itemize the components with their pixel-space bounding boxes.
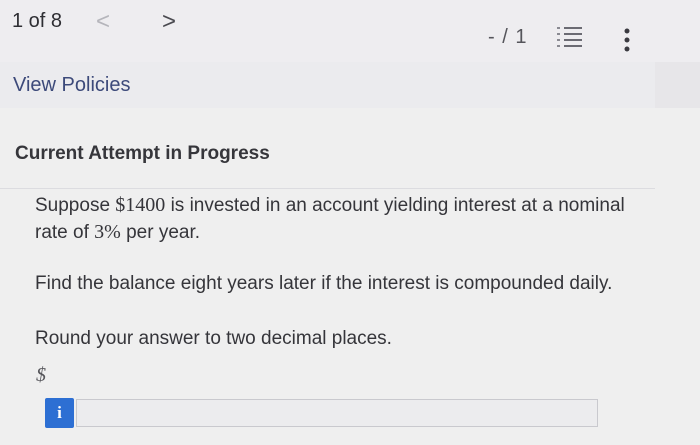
attempt-status: Current Attempt in Progress: [15, 143, 270, 164]
info-icon[interactable]: i: [45, 398, 74, 428]
next-question-button[interactable]: >: [162, 8, 176, 36]
view-policies-link[interactable]: View Policies: [13, 74, 130, 97]
question-setup: Suppose $1400 is invested in an account …: [35, 192, 625, 246]
vertical-dots-icon[interactable]: [624, 28, 630, 52]
divider: [0, 188, 655, 189]
numbered-list-icon[interactable]: [556, 26, 582, 48]
currency-symbol: $: [36, 364, 46, 386]
rounding-instruction: Round your answer to two decimal places.: [35, 328, 392, 349]
setup-text-pre: Suppose: [35, 195, 116, 216]
answer-input[interactable]: [76, 399, 598, 427]
principal-amount: $1400: [115, 194, 166, 216]
previous-question-button[interactable]: <: [96, 8, 110, 36]
interest-rate: 3%: [94, 221, 121, 243]
policies-bar: View Policies: [0, 62, 655, 108]
setup-text-post: per year.: [120, 222, 201, 243]
question-score: - / 1: [488, 26, 528, 48]
question-panel: Current Attempt in Progress Suppose $140…: [0, 108, 700, 445]
question-prompt: Find the balance eight years later if th…: [35, 273, 613, 294]
top-bar: 1 of 8 < > - / 1: [0, 0, 700, 62]
question-counter: 1 of 8: [12, 10, 63, 32]
